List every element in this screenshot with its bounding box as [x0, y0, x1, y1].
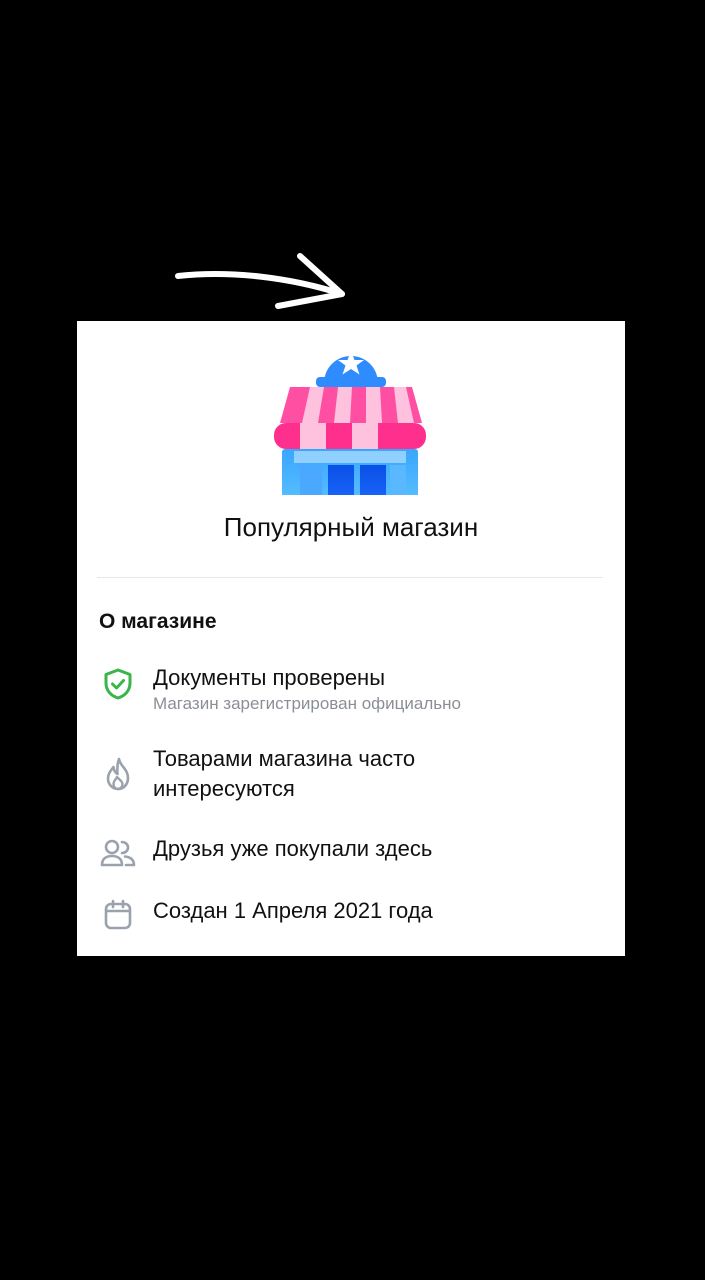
section-title: О магазине [99, 610, 217, 633]
info-item-friends: Друзья уже покупали здесь [99, 834, 605, 872]
arrow-annotation [175, 253, 345, 309]
card-title: Популярный магазин [223, 512, 479, 542]
info-item-title: Друзья уже покупали здесь [153, 836, 433, 861]
shop-storefront-icon [274, 351, 426, 495]
info-item-documents: Документы проверены Магазин зарегистриро… [99, 663, 605, 715]
info-item-title: Документы проверены [153, 665, 386, 690]
fire-icon [99, 755, 137, 793]
shield-check-icon [99, 665, 137, 703]
info-item-title: Товарами магазина часто интересуются [153, 746, 416, 801]
info-item-created: Создан 1 Апреля 2021 года [99, 896, 605, 934]
users-icon [99, 834, 137, 872]
info-item-popular: Товарами магазина часто интересуются [99, 744, 605, 804]
info-item-subtitle: Магазин зарегистрирован официально [153, 694, 461, 713]
shop-info-card: Популярный магазин О магазине Документы … [77, 321, 625, 956]
calendar-icon [99, 896, 137, 934]
info-item-title: Создан 1 Апреля 2021 года [153, 898, 433, 923]
divider [97, 577, 603, 578]
